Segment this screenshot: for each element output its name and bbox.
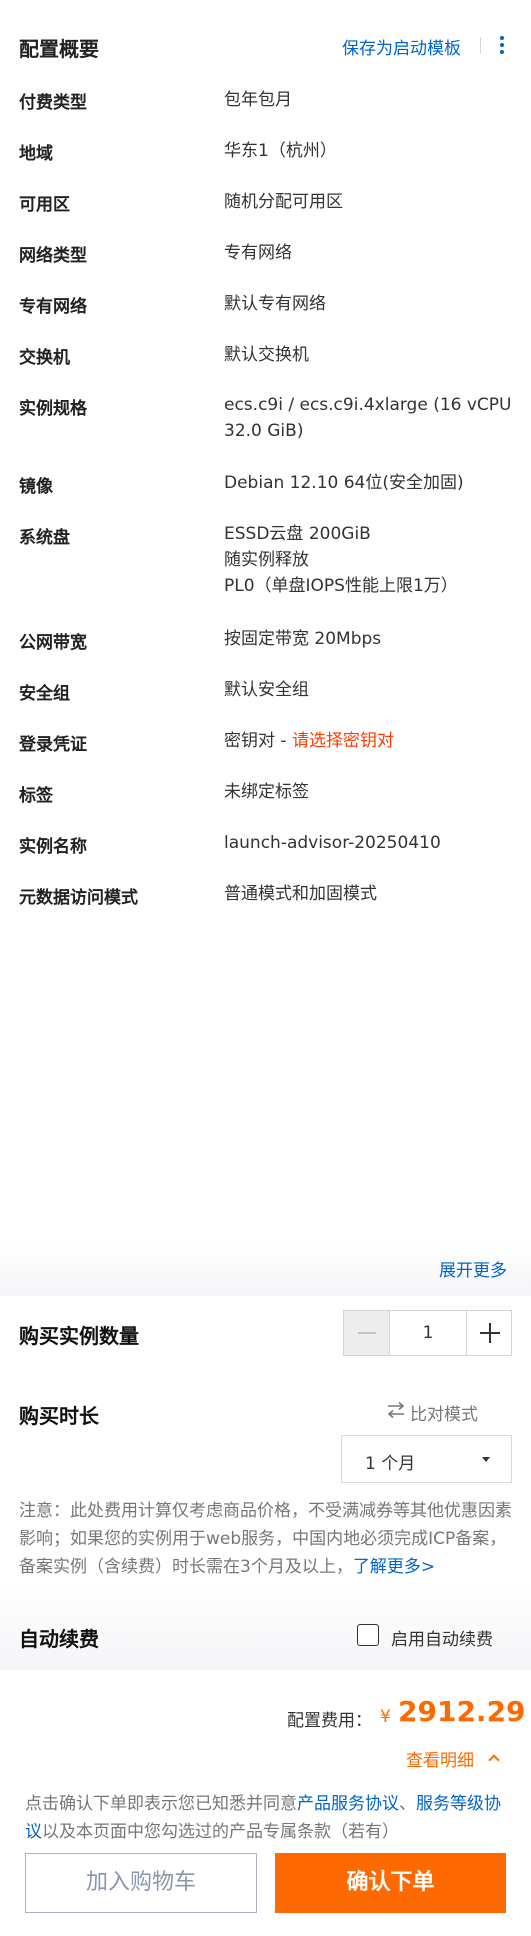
row-label-instance-name: 实例名称 (19, 837, 87, 857)
row-value-login: 密钥对 - 请选择密钥对 (224, 731, 394, 751)
row-value-system-disk: ESSD云盘 200GiB 随实例释放 PL0（单盘IOPS性能上限1万） (224, 524, 458, 596)
add-to-cart-button[interactable]: 加入购物车 (25, 1853, 257, 1913)
duration-select[interactable]: 1 个月 (341, 1435, 512, 1483)
row-label-bandwidth: 公网带宽 (19, 633, 87, 653)
row-value-instance-type: ecs.c9i / ecs.c9i.4xlarge (16 vCPU 32.0 … (224, 395, 512, 441)
row-value-network-type: 专有网络 (224, 243, 292, 263)
learn-more-link[interactable]: 了解更多> (353, 1557, 435, 1577)
row-label-login: 登录凭证 (19, 735, 87, 755)
row-label-system-disk: 系统盘 (19, 528, 70, 548)
fee-amount: 2912.29 (398, 1695, 526, 1728)
expand-more-link[interactable]: 展开更多 (439, 1256, 507, 1281)
fee-label: 配置费用： (287, 1711, 372, 1731)
row-label-tags: 标签 (19, 786, 53, 806)
select-keypair-link[interactable]: 请选择密钥对 (292, 731, 394, 751)
row-value-billing: 包年包月 (224, 90, 292, 110)
compare-mode-toggle[interactable]: 比对模式 (387, 1400, 478, 1425)
row-value-tags: 未绑定标签 (224, 782, 309, 802)
row-label-zone: 可用区 (19, 195, 70, 215)
row-label-metadata-mode: 元数据访问模式 (19, 888, 138, 908)
quantity-stepper: 1 (343, 1310, 512, 1356)
row-value-region: 华东1（杭州） (224, 141, 337, 161)
header-divider (480, 37, 481, 54)
config-summary-title: 配置概要 (19, 37, 99, 61)
auto-renew-checkbox[interactable] (357, 1624, 379, 1646)
product-agreement-link[interactable]: 产品服务协议 (297, 1794, 399, 1814)
row-label-billing: 付费类型 (19, 93, 87, 113)
increase-button[interactable] (466, 1311, 511, 1355)
row-label-image: 镜像 (19, 477, 53, 497)
quantity-value[interactable]: 1 (390, 1311, 466, 1355)
duration-selected-value: 1 个月 (365, 1454, 416, 1474)
row-label-vswitch: 交换机 (19, 348, 70, 368)
fee-currency: ¥ (380, 1707, 391, 1727)
swap-arrows-icon (387, 1401, 405, 1419)
notice-text: 注意：此处费用计算仅考虑商品价格，不受满减券等其他优惠因素影响；如果您的实例用于… (19, 1501, 512, 1577)
auto-renew-label[interactable]: 启用自动续费 (391, 1625, 493, 1650)
row-label-instance-type: 实例规格 (19, 399, 87, 419)
agreement-text: 点击确认下单即表示您已知悉并同意产品服务协议、服务等级协议以及本页面中您勾选过的… (25, 1794, 501, 1842)
view-details-link[interactable]: 查看明细 (406, 1746, 474, 1771)
row-label-network-type: 网络类型 (19, 246, 87, 266)
row-label-security-group: 安全组 (19, 684, 70, 704)
quantity-title: 购买实例数量 (19, 1324, 139, 1348)
compare-mode-label: 比对模式 (410, 1405, 478, 1425)
row-value-bandwidth: 按固定带宽 20Mbps (224, 629, 382, 649)
row-value-instance-name: launch-advisor-20250410 (224, 833, 441, 853)
auto-renew-title: 自动续费 (19, 1627, 99, 1651)
row-value-vswitch: 默认交换机 (224, 345, 309, 365)
row-value-metadata-mode: 普通模式和加固模式 (224, 884, 377, 904)
row-value-vpc: 默认专有网络 (224, 294, 326, 314)
row-label-region: 地域 (19, 144, 53, 164)
caret-down-icon (482, 1457, 490, 1462)
decrease-button[interactable] (344, 1311, 390, 1355)
row-value-image: Debian 12.10 64位(安全加固) (224, 473, 464, 493)
save-as-template-link[interactable]: 保存为启动模板 (342, 34, 461, 59)
row-value-security-group: 默认安全组 (224, 680, 309, 700)
duration-title: 购买时长 (19, 1404, 99, 1428)
row-label-vpc: 专有网络 (19, 297, 87, 317)
confirm-order-button[interactable]: 确认下单 (275, 1853, 506, 1913)
row-value-zone: 随机分配可用区 (224, 192, 343, 212)
more-vertical-icon[interactable] (494, 34, 510, 56)
